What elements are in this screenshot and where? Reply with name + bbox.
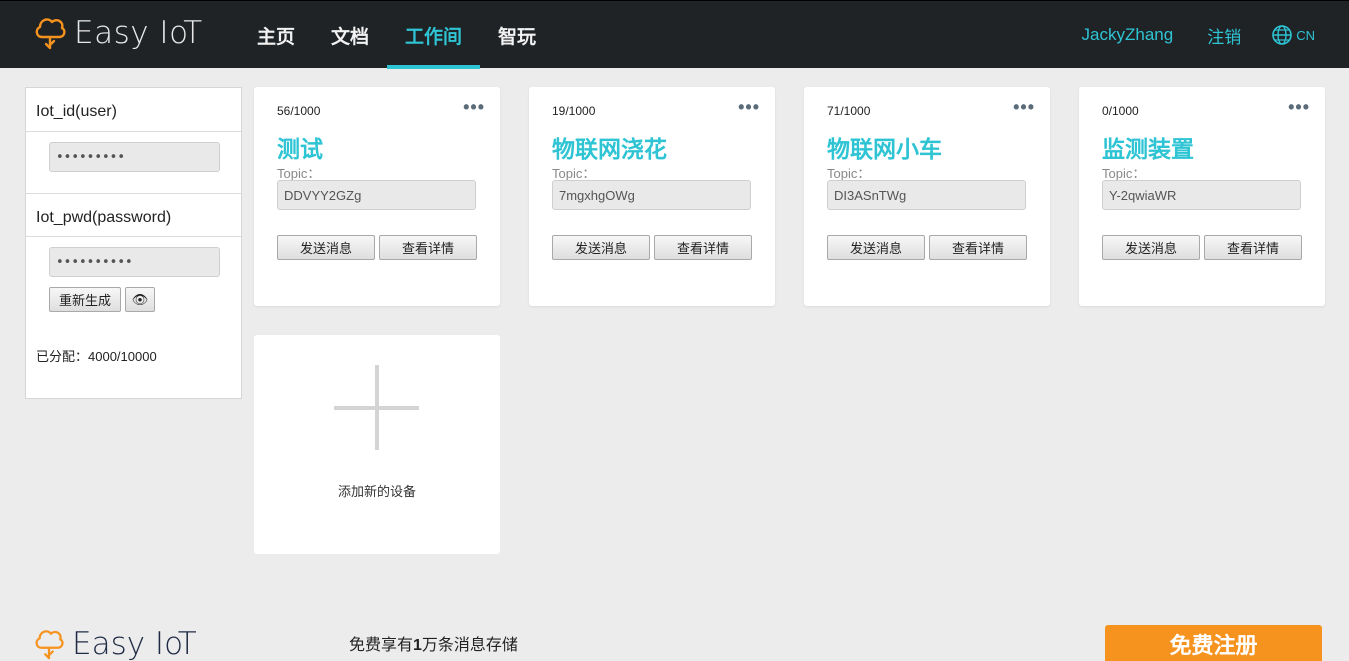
promo-text-after: 万条消息存储 — [421, 637, 518, 654]
footer-logo: Easy IoT — [34, 626, 197, 661]
language-label: CN — [1296, 27, 1315, 43]
send-message-button[interactable]: 发送消息 — [1102, 235, 1200, 260]
device-card: 56/1000 ••• 测试 Topic： 发送消息 查看详情 — [254, 87, 500, 306]
send-message-button[interactable]: 发送消息 — [277, 235, 375, 260]
view-details-button[interactable]: 查看详情 — [654, 235, 752, 260]
add-device-label: 添加新的设备 — [337, 484, 416, 499]
allocation-status: 已分配：4000/10000 — [36, 349, 157, 364]
topic-field[interactable] — [552, 180, 751, 210]
language-switch[interactable]: CN — [1271, 24, 1315, 46]
view-details-button[interactable]: 查看详情 — [1204, 235, 1302, 260]
user-nav: JackyZhang 注销 CN — [1048, 1, 1315, 69]
topic-field[interactable] — [1102, 180, 1301, 210]
footer-brand-name: Easy IoT — [72, 626, 197, 661]
more-menu-icon[interactable]: ••• — [463, 97, 485, 118]
device-card: 19/1000 ••• 物联网浇花 Topic： 发送消息 查看详情 — [529, 87, 775, 306]
tab-docs[interactable]: 文档 — [313, 1, 387, 69]
tab-home[interactable]: 主页 — [239, 1, 313, 69]
device-name: 测试 — [277, 136, 323, 162]
view-details-button[interactable]: 查看详情 — [929, 235, 1027, 260]
tab-workspace[interactable]: 工作间 — [387, 1, 481, 69]
iot-pwd-wrap — [26, 237, 241, 287]
device-name: 物联网小车 — [827, 136, 942, 162]
message-count: 71/1000 — [827, 104, 871, 118]
iot-id-wrap — [26, 132, 241, 193]
top-navbar: Easy IoT 主页 文档 工作间 智玩 JackyZhang 注销 CN — [0, 0, 1349, 69]
show-password-button[interactable]: 👁 — [125, 287, 155, 312]
view-details-button[interactable]: 查看详情 — [379, 235, 477, 260]
add-device-card[interactable]: 添加新的设备 — [254, 335, 500, 554]
iot-pwd-title: Iot_pwd(password) — [26, 193, 241, 237]
cloud-logo-icon — [35, 18, 66, 50]
promo-text-before: 免费享有 — [349, 637, 414, 654]
device-name: 物联网浇花 — [552, 136, 667, 162]
register-button[interactable]: 免费注册 — [1105, 625, 1322, 661]
message-count: 19/1000 — [552, 104, 596, 118]
plus-icon-bar — [334, 406, 419, 410]
more-menu-icon[interactable]: ••• — [738, 97, 760, 118]
iot-pwd-field[interactable] — [49, 247, 220, 277]
logo[interactable]: Easy IoT — [34, 15, 203, 51]
cloud-logo-icon — [35, 630, 64, 660]
message-count: 56/1000 — [277, 104, 321, 118]
promo-text-number: 1 — [413, 637, 422, 654]
iot-id-title: Iot_id(user) — [26, 88, 241, 132]
send-message-button[interactable]: 发送消息 — [827, 235, 925, 260]
iot-id-field[interactable] — [49, 142, 220, 172]
credentials-panel: Iot_id(user) Iot_pwd(password) 重新生成 👁 已分… — [25, 87, 242, 399]
send-message-button[interactable]: 发送消息 — [552, 235, 650, 260]
regenerate-button[interactable]: 重新生成 — [49, 287, 121, 312]
globe-icon — [1272, 25, 1293, 45]
device-name: 监测装置 — [1102, 136, 1194, 162]
eye-icon: 👁 — [131, 291, 149, 307]
topic-field[interactable] — [277, 180, 476, 210]
tab-play[interactable]: 智玩 — [480, 1, 554, 69]
more-menu-icon[interactable]: ••• — [1013, 97, 1035, 118]
device-card: 71/1000 ••• 物联网小车 Topic： 发送消息 查看详情 — [804, 87, 1050, 306]
message-count: 0/1000 — [1102, 104, 1139, 118]
promo-text: 免费享有1万条消息存储 — [349, 631, 518, 655]
more-menu-icon[interactable]: ••• — [1288, 97, 1310, 118]
topic-field[interactable] — [827, 180, 1026, 210]
main-nav: 主页 文档 工作间 智玩 — [239, 1, 554, 69]
brand-name: Easy IoT — [74, 15, 203, 51]
username-link[interactable]: JackyZhang — [1082, 25, 1174, 45]
logout-link[interactable]: 注销 — [1207, 23, 1241, 48]
credential-actions: 重新生成 👁 — [26, 287, 241, 312]
device-card: 0/1000 ••• 监测装置 Topic： 发送消息 查看详情 — [1079, 87, 1325, 306]
